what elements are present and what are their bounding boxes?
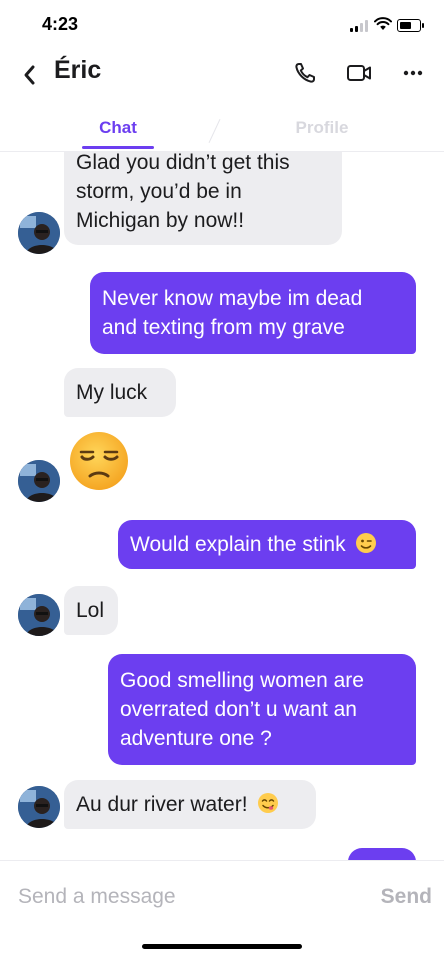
message-line: overrated don’t u want an: [120, 698, 357, 721]
message-line: storm, you’d be in: [76, 180, 242, 203]
phone-icon[interactable]: [290, 58, 320, 88]
message-input[interactable]: [18, 881, 318, 913]
contact-name[interactable]: Éric: [54, 56, 101, 85]
wifi-icon: [374, 17, 392, 30]
message-line: Michigan by now!!: [76, 209, 245, 232]
tab-divider: [208, 119, 221, 143]
video-camera-icon[interactable]: [344, 58, 374, 88]
message-thread[interactable]: Glad you didn’t get this storm, you’d be…: [0, 152, 444, 860]
message-line: Glad you didn’t get this: [76, 152, 290, 174]
message-text: Au dur river water!: [76, 793, 248, 816]
winking-face-emoji: [356, 533, 377, 553]
cellular-signal-icon: [350, 20, 370, 32]
tab-profile[interactable]: Profile: [282, 118, 362, 138]
chevron-left-icon[interactable]: [16, 60, 42, 90]
status-bar: 4:23: [0, 0, 444, 50]
message-line: My luck: [76, 381, 148, 404]
chat-header: Éric: [0, 50, 444, 100]
message-line: Lol: [76, 599, 105, 622]
incoming-message[interactable]: My luck: [64, 368, 176, 417]
avatar[interactable]: [18, 460, 60, 502]
avatar[interactable]: [18, 786, 60, 828]
home-indicator[interactable]: [142, 944, 302, 949]
message-text: Would explain the stink: [130, 533, 346, 556]
chat-profile-tabs: Chat Profile: [0, 112, 444, 152]
more-icon[interactable]: [398, 58, 428, 88]
active-tab-indicator: [82, 146, 154, 149]
message-line: Never know maybe im dead: [102, 287, 363, 310]
outgoing-message[interactable]: Good smelling women are overrated don’t …: [108, 654, 416, 765]
status-time: 4:23: [42, 14, 79, 34]
message-line: Good smelling women are: [120, 669, 364, 692]
message-line: and texting from my grave: [102, 316, 345, 339]
avatar[interactable]: [18, 212, 60, 254]
outgoing-message-partial[interactable]: [348, 848, 416, 860]
unamused-face-emoji[interactable]: [68, 430, 130, 492]
outgoing-message[interactable]: Would explain the stink: [118, 520, 416, 569]
send-button[interactable]: Send: [370, 881, 436, 913]
incoming-message[interactable]: Au dur river water!: [64, 780, 316, 829]
outgoing-message[interactable]: Never know maybe im dead and texting fro…: [90, 272, 416, 354]
message-composer: Send: [0, 860, 444, 930]
yum-face-emoji: [258, 793, 279, 813]
battery-icon: [397, 19, 424, 32]
message-line: adventure one ?: [120, 727, 272, 750]
incoming-message[interactable]: Glad you didn’t get this storm, you’d be…: [64, 152, 342, 245]
avatar[interactable]: [18, 594, 60, 636]
tab-chat[interactable]: Chat: [82, 118, 154, 138]
incoming-message[interactable]: Lol: [64, 586, 118, 635]
